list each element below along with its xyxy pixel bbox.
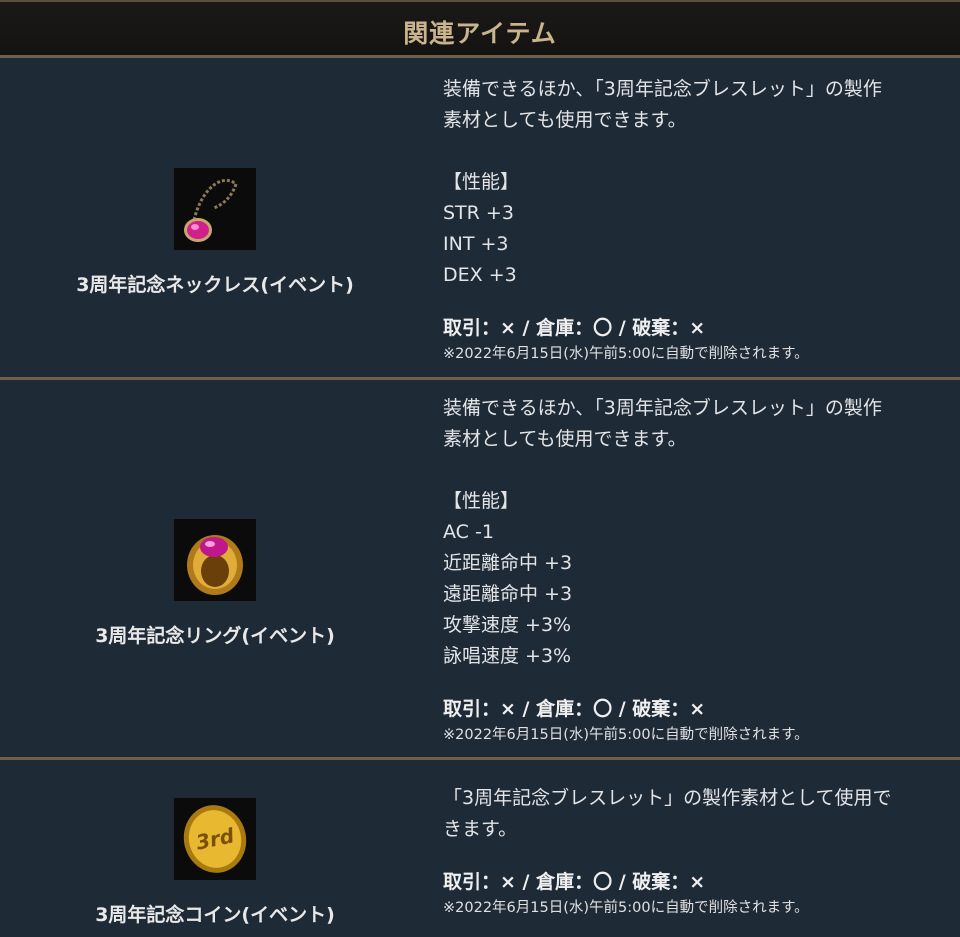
- stat-line: AC -1: [443, 521, 494, 543]
- trade-info: 取引：× / 倉庫：〇 / 破棄：×: [443, 871, 706, 893]
- item-cell: 3周年記念ネックレス(イベント): [0, 58, 430, 377]
- stat-line: DEX +3: [443, 264, 517, 286]
- necklace-icon: [174, 168, 256, 250]
- item-description: 「3周年記念ブレスレット」の製作素材として使用で きます。 取引：× / 倉庫：…: [443, 783, 948, 917]
- trade-info: 取引：× / 倉庫：〇 / 破棄：×: [443, 317, 706, 339]
- ring-icon: [174, 519, 256, 601]
- trade-info: 取引：× / 倉庫：〇 / 破棄：×: [443, 698, 706, 720]
- item-name: 3周年記念コイン(イベント): [95, 904, 335, 926]
- stat-line: INT +3: [443, 233, 509, 255]
- stat-line: 遠距離命中 +3: [443, 583, 573, 605]
- item-row-ring: 3周年記念リング(イベント) 装備できるほか、「3周年記念ブレスレット」の製作 …: [0, 380, 960, 760]
- item-row-necklace: 3周年記念ネックレス(イベント) 装備できるほか、「3周年記念ブレスレット」の製…: [0, 58, 960, 380]
- item-description: 装備できるほか、「3周年記念ブレスレット」の製作 素材としても使用できます。 【…: [443, 74, 948, 363]
- stats-header: 【性能】: [443, 171, 520, 193]
- stat-line: 近距離命中 +3: [443, 552, 573, 574]
- description-line: 素材としても使用できます。: [443, 109, 687, 131]
- deletion-note: ※2022年6月15日(水)午前5:00に自動で削除されます。: [443, 900, 809, 916]
- coin-icon: 3rd: [174, 798, 256, 880]
- description-line: 素材としても使用できます。: [443, 428, 687, 450]
- item-name: 3周年記念リング(イベント): [95, 625, 335, 647]
- stat-line: 攻撃速度 +3%: [443, 614, 572, 636]
- deletion-note: ※2022年6月15日(水)午前5:00に自動で削除されます。: [443, 727, 809, 743]
- item-cell: 3rd 3周年記念コイン(イベント): [0, 760, 430, 937]
- stats-header: 【性能】: [443, 490, 520, 512]
- item-name: 3周年記念ネックレス(イベント): [76, 274, 354, 296]
- item-description: 装備できるほか、「3周年記念ブレスレット」の製作 素材としても使用できます。 【…: [443, 393, 948, 744]
- description-line: 装備できるほか、「3周年記念ブレスレット」の製作: [443, 78, 882, 100]
- item-cell: 3周年記念リング(イベント): [0, 380, 430, 757]
- deletion-note: ※2022年6月15日(水)午前5:00に自動で削除されます。: [443, 346, 809, 362]
- description-line: 装備できるほか、「3周年記念ブレスレット」の製作: [443, 397, 882, 419]
- section-header: 関連アイテム: [0, 0, 960, 58]
- description-line: 「3周年記念ブレスレット」の製作素材として使用で: [443, 787, 892, 809]
- item-row-coin: 3rd 3周年記念コイン(イベント) 「3周年記念ブレスレット」の製作素材として…: [0, 760, 960, 937]
- description-line: きます。: [443, 818, 518, 840]
- section-title: 関連アイテム: [403, 18, 557, 48]
- stat-line: 詠唱速度 +3%: [443, 645, 572, 667]
- stat-line: STR +3: [443, 202, 514, 224]
